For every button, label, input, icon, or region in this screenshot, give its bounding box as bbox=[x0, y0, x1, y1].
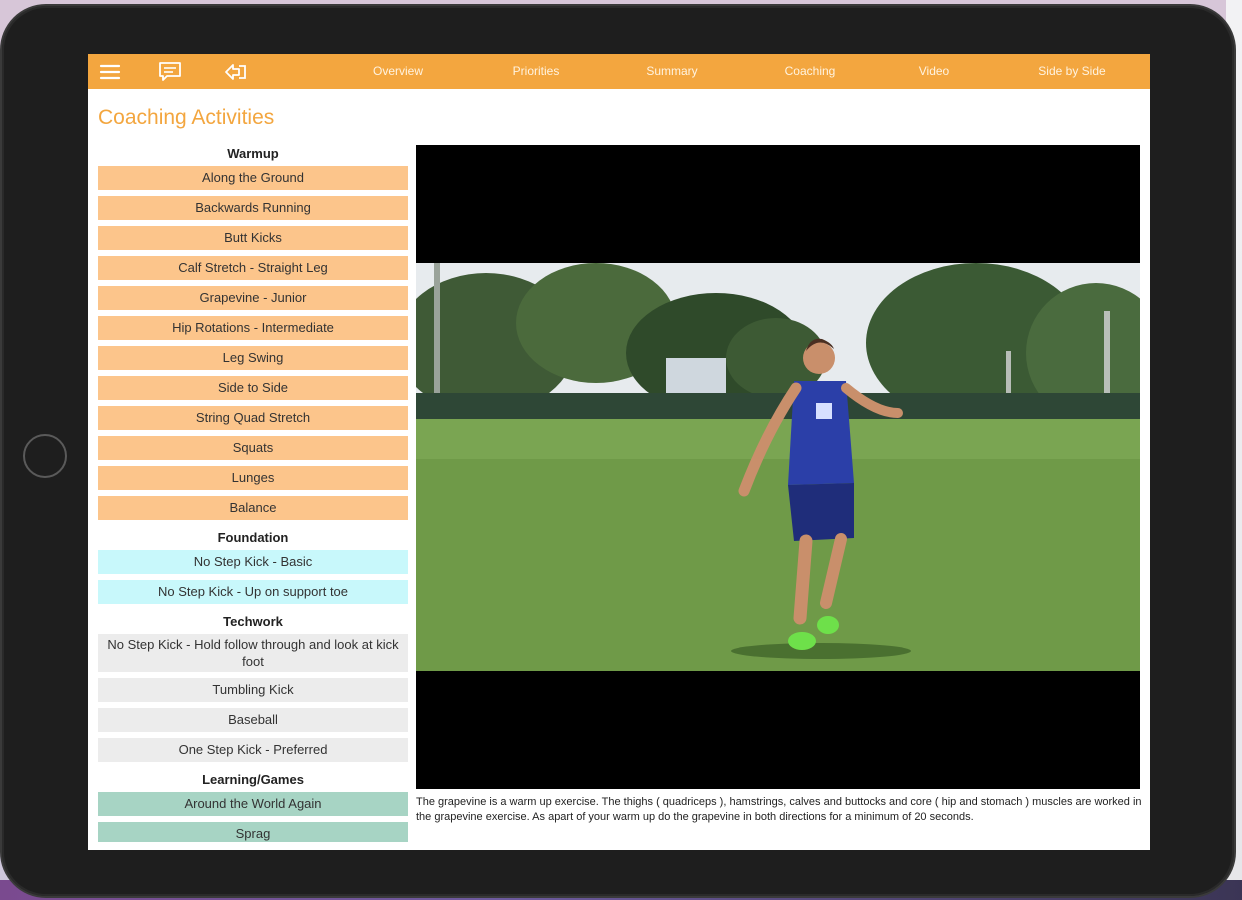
video-frame-athlete bbox=[416, 263, 1140, 671]
list-item[interactable]: Calf Stretch - Straight Leg bbox=[98, 256, 408, 280]
menu-icon[interactable] bbox=[96, 58, 124, 86]
list-item[interactable]: Balance bbox=[98, 496, 408, 520]
list-item[interactable]: Hip Rotations - Intermediate bbox=[98, 316, 408, 340]
exit-icon[interactable] bbox=[222, 58, 250, 86]
section-header-techwork: Techwork bbox=[223, 614, 283, 629]
list-item[interactable]: No Step Kick - Basic bbox=[98, 550, 408, 574]
app-screen: Overview Priorities Summary Coaching Vid… bbox=[88, 54, 1150, 850]
tab-side-by-side[interactable]: Side by Side bbox=[1020, 54, 1124, 89]
list-item[interactable]: Squats bbox=[98, 436, 408, 460]
list-item[interactable]: Baseball bbox=[98, 708, 408, 732]
list-item[interactable]: Butt Kicks bbox=[98, 226, 408, 250]
list-item[interactable]: Leg Swing bbox=[98, 346, 408, 370]
top-navigation-bar: Overview Priorities Summary Coaching Vid… bbox=[88, 54, 1150, 89]
list-item[interactable]: Along the Ground bbox=[98, 166, 408, 190]
list-item[interactable]: Side to Side bbox=[98, 376, 408, 400]
video-player[interactable] bbox=[416, 145, 1140, 789]
list-item[interactable]: Around the World Again bbox=[98, 792, 408, 816]
activity-list[interactable]: Warmup Along the Ground Backwards Runnin… bbox=[98, 142, 408, 842]
section-header-warmup: Warmup bbox=[227, 146, 279, 161]
list-item[interactable]: Grapevine - Junior bbox=[98, 286, 408, 310]
section-header-learning: Learning/Games bbox=[202, 772, 304, 787]
list-item[interactable]: String Quad Stretch bbox=[98, 406, 408, 430]
section-header-foundation: Foundation bbox=[217, 530, 289, 545]
home-button[interactable] bbox=[23, 434, 67, 478]
tab-coaching[interactable]: Coaching bbox=[766, 54, 854, 89]
tab-overview[interactable]: Overview bbox=[354, 54, 442, 89]
list-item[interactable]: No Step Kick - Up on support toe bbox=[98, 580, 408, 604]
list-item[interactable]: Backwards Running bbox=[98, 196, 408, 220]
chat-icon[interactable] bbox=[156, 58, 184, 86]
tab-priorities[interactable]: Priorities bbox=[492, 54, 580, 89]
page-title: Coaching Activities bbox=[98, 106, 275, 129]
list-item[interactable]: No Step Kick - Hold follow through and l… bbox=[98, 634, 408, 672]
list-item[interactable]: Tumbling Kick bbox=[98, 678, 408, 702]
list-item[interactable]: One Step Kick - Preferred bbox=[98, 738, 408, 762]
list-item[interactable]: Sprag bbox=[98, 822, 408, 842]
list-item[interactable]: Lunges bbox=[98, 466, 408, 490]
tab-summary[interactable]: Summary bbox=[628, 54, 716, 89]
tab-video[interactable]: Video bbox=[890, 54, 978, 89]
activity-description: The grapevine is a warm up exercise. The… bbox=[416, 796, 1142, 823]
